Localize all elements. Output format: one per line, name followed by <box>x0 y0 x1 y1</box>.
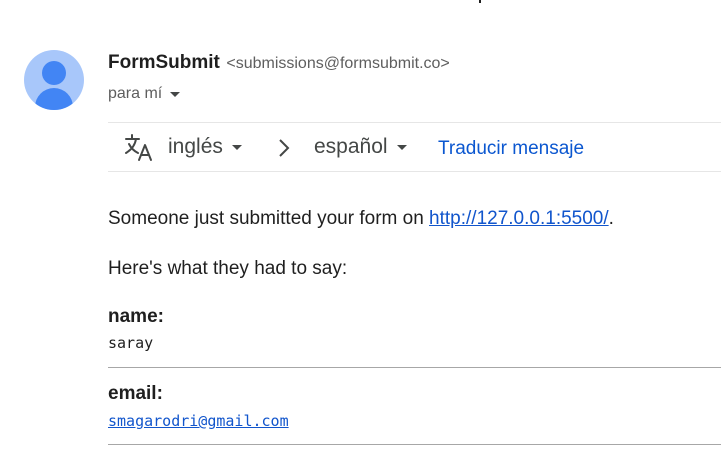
translate-bar: inglés español Traducir mensaje <box>108 122 721 172</box>
avatar-head-shape <box>42 61 66 85</box>
sender-avatar[interactable] <box>24 50 84 110</box>
chevron-right-icon <box>279 139 290 157</box>
field-divider <box>108 367 721 368</box>
chevron-down-icon <box>396 145 407 150</box>
sender-email: <submissions@formsubmit.co> <box>226 55 450 72</box>
intro-prefix: Someone just submitted your form on <box>108 208 430 229</box>
recipient-label: para mí <box>108 85 163 102</box>
translate-icon <box>125 134 152 161</box>
intro-line: Someone just submitted your form on http… <box>108 208 614 230</box>
translate-message-link[interactable]: Traducir mensaje <box>438 138 584 160</box>
sender-line: FormSubmit <submissions@formsubmit.co> <box>108 52 450 74</box>
sender-name[interactable]: FormSubmit <box>108 52 220 73</box>
chevron-down-icon <box>231 145 242 150</box>
source-language-label: inglés <box>168 135 223 158</box>
field-divider <box>108 444 721 445</box>
say-line: Here's what they had to say: <box>108 258 348 279</box>
recipient-details-toggle[interactable]: para mí <box>108 85 181 103</box>
email-field-value-link[interactable]: smagarodri@gmail.com <box>108 412 289 430</box>
scrolled-content-fragment <box>475 0 485 4</box>
intro-suffix: . <box>608 208 614 229</box>
avatar-body-shape <box>35 88 73 110</box>
target-language-label: español <box>314 135 388 158</box>
form-url-link[interactable]: http://127.0.0.1:5500/ <box>429 208 609 229</box>
source-language-select[interactable]: inglés <box>168 135 242 159</box>
target-language-select[interactable]: español <box>314 135 407 159</box>
email-field-label: email: <box>108 383 163 404</box>
name-field-value: saray <box>108 334 154 352</box>
name-field-label: name: <box>108 306 164 327</box>
chevron-down-icon <box>170 92 181 97</box>
